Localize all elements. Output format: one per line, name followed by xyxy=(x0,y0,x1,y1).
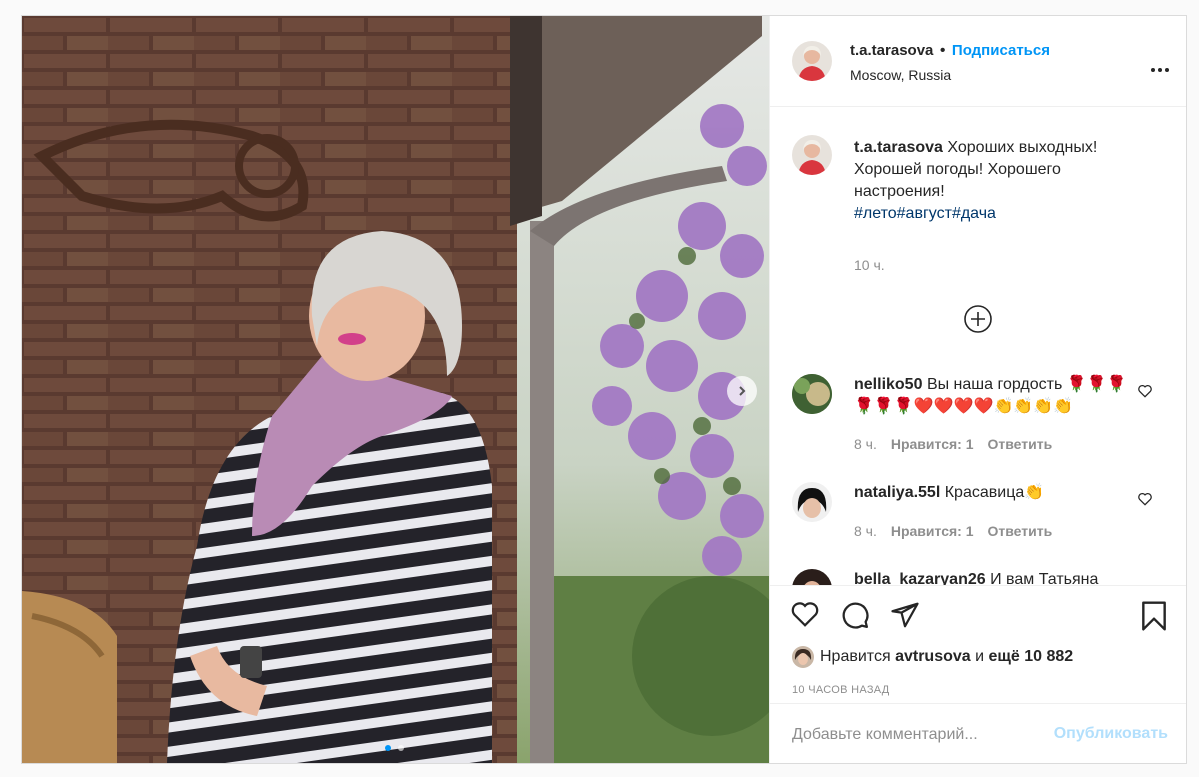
comment-icon xyxy=(842,602,869,629)
author-avatar[interactable] xyxy=(792,41,832,81)
avatar-image xyxy=(792,646,814,668)
carousel-dots xyxy=(385,738,405,756)
comment-input[interactable] xyxy=(790,722,1044,748)
commenter-avatar[interactable] xyxy=(792,482,832,522)
photo-illustration xyxy=(22,16,769,763)
post-timestamp[interactable]: 10 ЧАСОВ НАЗАД xyxy=(792,684,890,696)
caption-username[interactable]: t.a.tarasova xyxy=(854,139,943,156)
comments-list[interactable]: t.a.tarasova Хороших выходных! Хорошей п… xyxy=(770,107,1186,585)
comment-text: И вам Татьяна xyxy=(990,571,1099,585)
commenter-avatar[interactable] xyxy=(792,374,832,414)
chevron-right-icon xyxy=(739,386,746,396)
share-icon xyxy=(891,602,919,628)
liked-by: Нравится avtrusova и ещё 10 882 xyxy=(792,646,1073,668)
hashtag-link[interactable]: #лето xyxy=(854,205,897,222)
comment-text-block: nataliya.55l Красавица👏 xyxy=(854,482,1144,504)
comment-username[interactable]: bella_kazaryan26 xyxy=(854,571,986,585)
follow-button[interactable]: Подписаться xyxy=(952,42,1050,59)
hashtag-link[interactable]: #дача xyxy=(952,205,996,222)
add-comment-bar: Опубликовать xyxy=(770,703,1186,764)
hashtag-link[interactable]: #август xyxy=(897,205,952,222)
liked-by-and: и xyxy=(975,648,985,666)
comment-username[interactable]: nelliko50 xyxy=(854,376,922,393)
avatar-image xyxy=(792,135,832,175)
heart-icon xyxy=(791,602,819,627)
like-button[interactable] xyxy=(790,600,820,633)
bookmark-icon xyxy=(1142,601,1166,631)
plus-circle-icon xyxy=(964,305,992,333)
author-username[interactable]: t.a.tarasova xyxy=(850,42,933,59)
caption-block: t.a.tarasova Хороших выходных! Хорошей п… xyxy=(854,137,1144,225)
comment-likes[interactable]: Нравится: 1 xyxy=(891,436,974,452)
liked-by-prefix: Нравится xyxy=(820,648,891,666)
heart-icon xyxy=(1138,384,1152,398)
comment-text: Красавица👏 xyxy=(944,484,1045,501)
reply-button[interactable]: Ответить xyxy=(988,523,1053,539)
heart-icon xyxy=(1138,492,1152,506)
commenter-avatar[interactable] xyxy=(792,569,832,585)
post-side-panel: t.a.tarasova • Подписаться Moscow, Russi… xyxy=(769,16,1186,763)
avatar-image xyxy=(792,41,832,81)
comment-text-block: nelliko50 Вы наша гордость 🌹🌹🌹🌹🌹🌹❤️❤️❤️❤… xyxy=(854,374,1144,418)
post-card: t.a.tarasova • Подписаться Moscow, Russi… xyxy=(21,15,1187,764)
post-header: t.a.tarasova • Подписаться Moscow, Russi… xyxy=(770,16,1186,107)
carousel-dot-active xyxy=(385,745,391,751)
more-options-icon xyxy=(1151,68,1169,72)
comment-text-block: bella_kazaryan26 И вам Татьяна xyxy=(854,569,1144,585)
post-location[interactable]: Moscow, Russia xyxy=(850,67,951,83)
comment-meta: 8 ч. Нравится: 1 Ответить xyxy=(854,436,1052,452)
comment-likes[interactable]: Нравится: 1 xyxy=(891,523,974,539)
likes-count-link[interactable]: ещё 10 882 xyxy=(989,648,1074,665)
follow-separator: • xyxy=(939,42,946,59)
carousel-dot xyxy=(398,745,405,751)
comment-like-button[interactable] xyxy=(1137,492,1153,511)
load-more-comments-button[interactable] xyxy=(963,304,993,334)
share-button[interactable] xyxy=(890,600,920,635)
comment-like-button[interactable] xyxy=(1137,384,1153,403)
avatar-image xyxy=(792,569,832,585)
caption-hashtags: #лето#август#дача xyxy=(854,203,1144,225)
comment-meta: 8 ч. Нравится: 1 Ответить xyxy=(854,523,1052,539)
caption-time[interactable]: 10 ч. xyxy=(854,257,885,273)
next-photo-button[interactable] xyxy=(727,376,757,406)
post-actions: Нравится avtrusova и ещё 10 882 10 ЧАСОВ… xyxy=(770,585,1186,704)
caption-avatar[interactable] xyxy=(792,135,832,175)
reply-button[interactable]: Ответить xyxy=(988,436,1053,452)
comment-username[interactable]: nataliya.55l xyxy=(854,484,940,501)
avatar-image xyxy=(792,482,832,522)
liker-avatar[interactable] xyxy=(792,646,814,668)
comment-time[interactable]: 8 ч. xyxy=(854,523,877,539)
comment-time[interactable]: 8 ч. xyxy=(854,436,877,452)
avatar-image xyxy=(792,374,832,414)
liked-by-user[interactable]: avtrusova xyxy=(895,648,971,665)
more-options-button[interactable] xyxy=(1150,60,1170,78)
post-photo[interactable] xyxy=(22,16,769,763)
comment-button[interactable] xyxy=(840,600,870,635)
publish-button[interactable]: Опубликовать xyxy=(1054,725,1168,743)
save-button[interactable] xyxy=(1140,600,1168,637)
